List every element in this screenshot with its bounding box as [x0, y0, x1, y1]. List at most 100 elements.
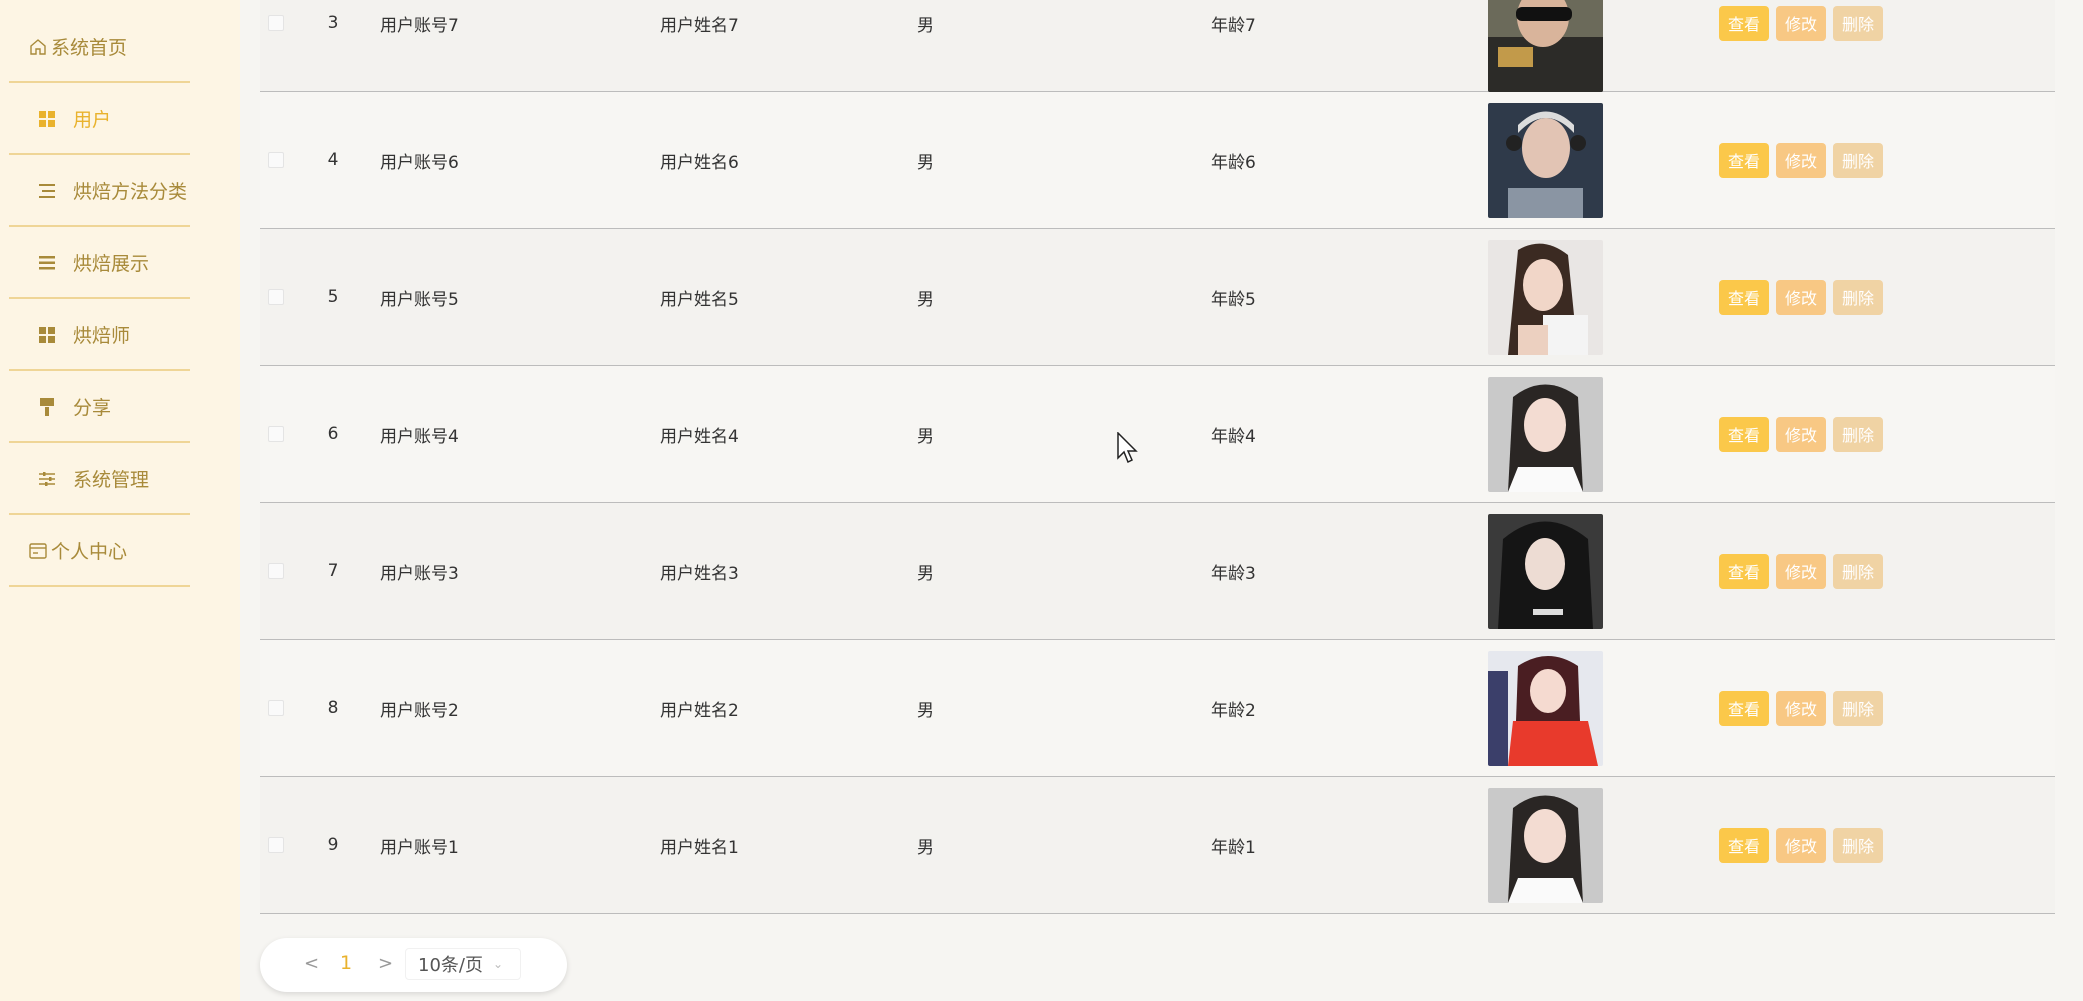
view-button[interactable]: 查看	[1719, 142, 1770, 178]
row-sex: 男	[917, 152, 934, 173]
edit-button[interactable]: 修改	[1776, 142, 1827, 178]
row-avatar	[1488, 503, 1603, 639]
row-name: 用户姓名3	[660, 563, 739, 584]
list-icon	[38, 182, 56, 200]
prev-page-button[interactable]: <	[304, 953, 319, 974]
row-checkbox[interactable]	[268, 92, 284, 228]
row-avatar	[1488, 777, 1603, 913]
view-button[interactable]: 查看	[1719, 827, 1770, 863]
edit-button[interactable]: 修改	[1776, 690, 1827, 726]
current-page[interactable]: 1	[340, 952, 352, 974]
row-index: 9	[327, 835, 339, 855]
row-checkbox[interactable]	[268, 503, 284, 639]
row-index: 3	[327, 13, 339, 33]
delete-button[interactable]: 删除	[1833, 279, 1884, 315]
view-button[interactable]: 查看	[1719, 279, 1770, 315]
row-avatar	[1488, 366, 1603, 502]
nav-user-label: 用户	[73, 109, 112, 131]
delete-button[interactable]: 删除	[1833, 416, 1884, 452]
main-content: 3 用户账号7 用户姓名7 男 年龄7 查看 修改 删除 4 用户账号6 用户姓…	[240, 0, 2083, 1001]
nav-baking-showcase[interactable]: 烘焙展示	[9, 228, 190, 299]
page-size-select[interactable]: 10条/页 ⌄	[405, 948, 521, 980]
delete-button[interactable]: 删除	[1833, 553, 1884, 589]
nav-baking-showcase-label: 烘焙展示	[73, 253, 150, 275]
nav-home-label: 系统首页	[51, 37, 128, 59]
row-name: 用户姓名5	[660, 289, 739, 310]
row-sex: 男	[917, 15, 934, 36]
row-age: 年龄2	[1211, 700, 1256, 721]
nav-baking-method-category[interactable]: 烘焙方法分类	[9, 156, 190, 227]
nav-personal-center-label: 个人中心	[51, 541, 128, 563]
row-avatar	[1488, 92, 1603, 228]
table-row: 3 用户账号7 用户姓名7 男 年龄7 查看 修改 删除	[260, 0, 2055, 92]
row-avatar	[1488, 640, 1603, 776]
view-button[interactable]: 查看	[1719, 690, 1770, 726]
menu-icon	[38, 254, 56, 272]
edit-button[interactable]: 修改	[1776, 279, 1827, 315]
row-index: 7	[327, 561, 339, 581]
mouse-cursor-icon	[1117, 432, 1138, 464]
row-name: 用户姓名6	[660, 152, 739, 173]
nav-home[interactable]: 系统首页	[9, 12, 190, 83]
row-actions: 查看 修改 删除	[1719, 640, 1884, 776]
nav-baking-method-category-label: 烘焙方法分类	[73, 181, 188, 203]
row-actions: 查看 修改 删除	[1719, 503, 1884, 639]
row-avatar	[1488, 0, 1603, 92]
nav-user[interactable]: 用户	[9, 84, 190, 155]
row-actions: 查看 修改 删除	[1719, 777, 1884, 913]
row-index: 8	[327, 698, 339, 718]
pagination: < 1 > 10条/页 ⌄	[260, 938, 567, 992]
edit-button[interactable]: 修改	[1776, 416, 1827, 452]
nav-system-management[interactable]: 系统管理	[9, 444, 190, 515]
row-age: 年龄5	[1211, 289, 1256, 310]
row-age: 年龄6	[1211, 152, 1256, 173]
card-icon	[29, 542, 47, 560]
edit-button[interactable]: 修改	[1776, 5, 1827, 41]
row-index: 4	[327, 150, 339, 170]
next-page-button[interactable]: >	[378, 953, 393, 974]
edit-button[interactable]: 修改	[1776, 827, 1827, 863]
row-checkbox[interactable]	[268, 229, 284, 365]
row-age: 年龄3	[1211, 563, 1256, 584]
row-checkbox[interactable]	[268, 0, 284, 91]
row-actions: 查看 修改 删除	[1719, 366, 1884, 502]
row-sex: 男	[917, 700, 934, 721]
row-age: 年龄7	[1211, 15, 1256, 36]
row-name: 用户姓名1	[660, 837, 739, 858]
table-row: 5 用户账号5 用户姓名5 男 年龄5 查看 修改 删除	[260, 229, 2055, 366]
view-button[interactable]: 查看	[1719, 553, 1770, 589]
brush-icon	[38, 397, 56, 416]
row-account: 用户账号5	[380, 289, 459, 310]
row-age: 年龄1	[1211, 837, 1256, 858]
nav-share[interactable]: 分享	[9, 372, 190, 443]
sidebar: 系统首页 用户 烘焙方法分类 烘焙展示 烘焙师 分享 系统管理 个人中心	[0, 0, 240, 1001]
row-checkbox[interactable]	[268, 366, 284, 502]
view-button[interactable]: 查看	[1719, 416, 1770, 452]
nav-personal-center[interactable]: 个人中心	[9, 516, 190, 587]
table-row: 6 用户账号4 用户姓名4 男 年龄4 查看 修改 删除	[260, 366, 2055, 503]
delete-button[interactable]: 删除	[1833, 142, 1884, 178]
delete-button[interactable]: 删除	[1833, 690, 1884, 726]
nav-baker-label: 烘焙师	[73, 325, 131, 347]
row-checkbox[interactable]	[268, 777, 284, 913]
row-name: 用户姓名7	[660, 15, 739, 36]
row-index: 6	[327, 424, 339, 444]
delete-button[interactable]: 删除	[1833, 5, 1884, 41]
table-row: 7 用户账号3 用户姓名3 男 年龄3 查看 修改 删除	[260, 503, 2055, 640]
table-row: 9 用户账号1 用户姓名1 男 年龄1 查看 修改 删除	[260, 777, 2055, 914]
row-sex: 男	[917, 837, 934, 858]
nav-system-management-label: 系统管理	[73, 469, 150, 491]
row-age: 年龄4	[1211, 426, 1256, 447]
sliders-icon	[38, 470, 56, 488]
row-account: 用户账号4	[380, 426, 459, 447]
nav-share-label: 分享	[73, 397, 112, 419]
edit-button[interactable]: 修改	[1776, 553, 1827, 589]
chevron-down-icon: ⌄	[492, 957, 504, 971]
table-row: 4 用户账号6 用户姓名6 男 年龄6 查看 修改 删除	[260, 92, 2055, 229]
row-account: 用户账号6	[380, 152, 459, 173]
row-checkbox[interactable]	[268, 640, 284, 776]
nav-baker[interactable]: 烘焙师	[9, 300, 190, 371]
delete-button[interactable]: 删除	[1833, 827, 1884, 863]
view-button[interactable]: 查看	[1719, 5, 1770, 41]
row-sex: 男	[917, 289, 934, 310]
